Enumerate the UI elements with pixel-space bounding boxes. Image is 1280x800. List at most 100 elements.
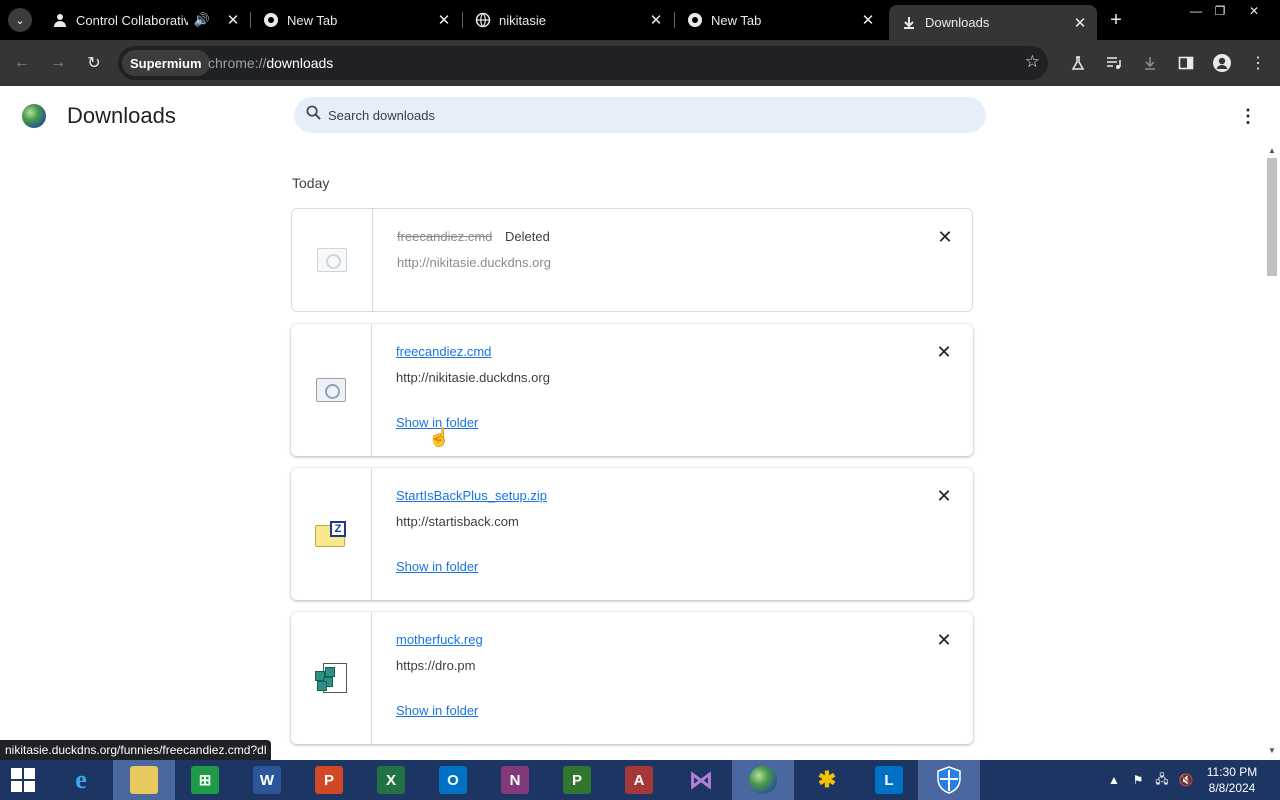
- tab-search-button[interactable]: ⌄: [8, 8, 32, 32]
- profile-button[interactable]: [1208, 49, 1236, 77]
- access-icon: A: [625, 766, 653, 794]
- back-button[interactable]: ←: [8, 49, 36, 77]
- address-bar[interactable]: Supermium chrome://downloads ☆: [118, 46, 1048, 80]
- url-host: downloads: [266, 55, 334, 71]
- close-icon[interactable]: ✕: [224, 11, 242, 29]
- volume-muted-icon: 🔇: [1178, 773, 1194, 787]
- speaker-icon[interactable]: 🔊: [194, 12, 210, 28]
- download-icon: [901, 15, 917, 31]
- tab-strip: ⌄ Control Collaborative \ 🔊 ✕ New Tab ✕ …: [0, 0, 1280, 40]
- chrome-icon: [687, 12, 703, 28]
- close-icon[interactable]: ✕: [859, 11, 877, 29]
- page-menu-button[interactable]: ⋮: [1239, 105, 1257, 126]
- taskbar-excel-green[interactable]: ⊞: [174, 760, 236, 800]
- download-filename-link[interactable]: StartIsBackPlus_setup.zip: [396, 488, 547, 503]
- link-status-bar: nikitasie.duckdns.org/funnies/freecandie…: [0, 740, 272, 760]
- show-in-folder-link[interactable]: Show in folder: [396, 703, 478, 718]
- taskbar-lync[interactable]: L: [858, 760, 920, 800]
- close-icon[interactable]: ✕: [647, 11, 665, 29]
- close-icon[interactable]: ✕: [1071, 14, 1089, 32]
- download-source-url: http://nikitasie.duckdns.org: [396, 370, 550, 385]
- taskbar-supermium[interactable]: [732, 760, 794, 800]
- site-chip[interactable]: Supermium: [122, 50, 210, 76]
- download-item: motherfuck.reg https://dro.pm Show in fo…: [291, 612, 973, 744]
- internet-explorer-icon: e: [75, 765, 87, 794]
- tab-nikitasie[interactable]: nikitasie ✕: [463, 0, 673, 40]
- clock-date: 8/8/2024: [1208, 781, 1256, 795]
- forward-button[interactable]: →: [44, 49, 72, 77]
- tray-action-center[interactable]: ⚑: [1128, 760, 1148, 800]
- tab-new-tab-2[interactable]: New Tab ✕: [675, 0, 885, 40]
- remove-item-button[interactable]: ✕: [935, 227, 955, 247]
- download-filename-link[interactable]: motherfuck.reg: [396, 632, 483, 647]
- taskbar-access[interactable]: A: [608, 760, 670, 800]
- supermium-icon: [749, 766, 777, 794]
- file-icon-column: Z: [291, 468, 372, 600]
- download-source-url: https://dro.pm: [396, 658, 476, 673]
- tray-overflow-button[interactable]: ▲: [1106, 760, 1122, 800]
- network-icon: 🖧: [1155, 771, 1169, 786]
- tab-downloads[interactable]: Downloads ✕: [889, 5, 1097, 40]
- taskbar-onenote[interactable]: N: [484, 760, 546, 800]
- close-icon: ✕: [1248, 4, 1260, 18]
- scroll-up-icon[interactable]: ▲: [1268, 146, 1276, 155]
- shield-icon: [935, 766, 963, 794]
- search-input[interactable]: [328, 97, 968, 133]
- profile-icon: [1213, 54, 1231, 72]
- windows-icon: [11, 768, 35, 792]
- globe-icon: [475, 12, 491, 28]
- taskbar-word[interactable]: W: [236, 760, 298, 800]
- tab-control-collaborative[interactable]: Control Collaborative \ 🔊 ✕: [40, 0, 250, 40]
- close-icon[interactable]: ✕: [435, 11, 453, 29]
- restore-icon: ❐: [1214, 4, 1226, 18]
- tray-network[interactable]: 🖧: [1152, 760, 1172, 800]
- cmd-file-icon: [316, 378, 346, 402]
- kebab-icon: ⋮: [1239, 105, 1257, 126]
- url-scheme: chrome://: [208, 55, 267, 71]
- download-filename-link[interactable]: freecandiez.cmd: [396, 344, 491, 359]
- scroll-down-icon[interactable]: ▼: [1268, 746, 1276, 755]
- taskbar-excel[interactable]: X: [360, 760, 422, 800]
- restore-button[interactable]: ❐: [1207, 0, 1233, 22]
- taskbar-powerpoint[interactable]: P: [298, 760, 360, 800]
- close-icon: ✕: [936, 341, 952, 362]
- show-in-folder-link[interactable]: Show in folder: [396, 559, 478, 574]
- taskbar-visual-studio[interactable]: ⋈: [670, 760, 732, 800]
- reload-button[interactable]: ↻: [80, 49, 108, 77]
- remove-item-button[interactable]: ✕: [934, 342, 954, 362]
- flag-icon: ⚑: [1132, 773, 1144, 787]
- minimize-button[interactable]: —: [1183, 0, 1209, 22]
- hand-cursor-icon: ☝: [428, 427, 451, 447]
- side-panel-button[interactable]: [1172, 49, 1200, 77]
- download-source-url: http://startisback.com: [396, 514, 519, 529]
- browser-menu-button[interactable]: ⋮: [1244, 49, 1272, 77]
- tray-volume[interactable]: 🔇: [1176, 760, 1196, 800]
- taskbar-outlook[interactable]: O: [422, 760, 484, 800]
- tab-new-tab[interactable]: New Tab ✕: [251, 0, 461, 40]
- download-filename: freecandiez.cmd: [397, 229, 493, 244]
- file-explorer-icon: [130, 766, 158, 794]
- download-item: Z StartIsBackPlus_setup.zip http://start…: [291, 468, 973, 600]
- window-close-button[interactable]: ✕: [1241, 0, 1267, 22]
- taskbar-internet-explorer[interactable]: e: [50, 760, 112, 800]
- start-button[interactable]: [0, 760, 46, 800]
- taskbar-clock[interactable]: 11:30 PM 8/8/2024: [1200, 764, 1264, 796]
- scrollbar-thumb[interactable]: [1267, 158, 1277, 276]
- file-icon-column: [291, 324, 372, 456]
- labs-button[interactable]: [1064, 49, 1092, 77]
- download-item: freecandiez.cmd http://nikitasie.duckdns…: [291, 324, 973, 456]
- new-tab-button[interactable]: +: [1104, 8, 1128, 32]
- remove-item-button[interactable]: ✕: [934, 630, 954, 650]
- flask-icon: [1071, 56, 1085, 70]
- url-text[interactable]: chrome://downloads: [208, 55, 333, 71]
- taskbar-defender[interactable]: [918, 760, 980, 800]
- search-bar[interactable]: [294, 97, 986, 133]
- star-icon[interactable]: ☆: [1025, 52, 1040, 72]
- downloads-button[interactable]: [1136, 49, 1164, 77]
- chrome-icon: [263, 12, 279, 28]
- taskbar-bee-app[interactable]: ✱: [796, 760, 858, 800]
- taskbar-file-explorer[interactable]: [113, 760, 175, 800]
- remove-item-button[interactable]: ✕: [934, 486, 954, 506]
- taskbar-project[interactable]: P: [546, 760, 608, 800]
- media-control-button[interactable]: [1100, 49, 1128, 77]
